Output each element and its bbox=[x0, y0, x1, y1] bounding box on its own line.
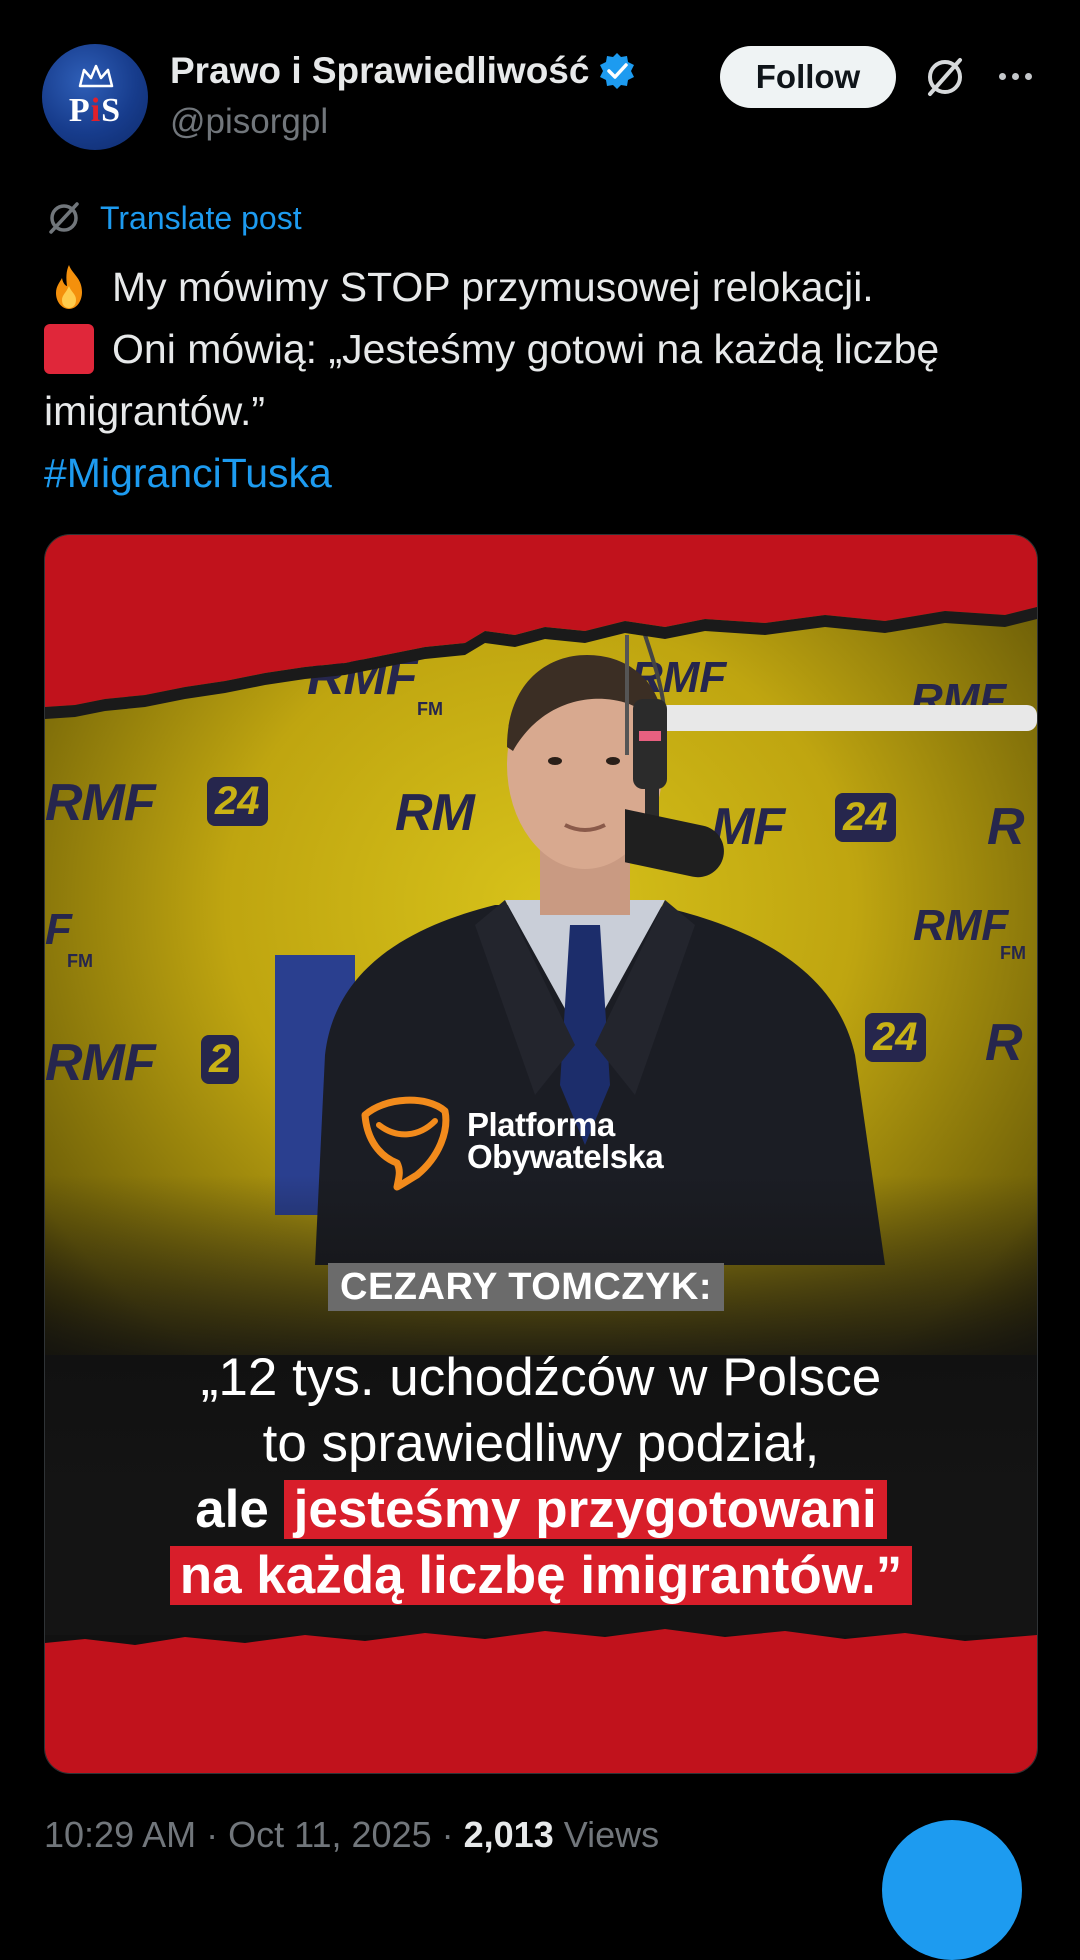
quote-line-3: ale jesteśmy przygotowani bbox=[45, 1477, 1037, 1543]
meta-separator: · bbox=[441, 1814, 454, 1855]
quote-line-4: na każdą liczbę imigrantów.” bbox=[45, 1543, 1037, 1609]
tweet-line-3: imigrantów.” bbox=[44, 380, 1044, 442]
rmf-wall-logo: F bbox=[45, 905, 72, 954]
red-square-emoji-icon bbox=[44, 324, 94, 374]
quote-line-1: „12 tys. uchodźców w Polsce bbox=[200, 1348, 882, 1407]
views-label: Views bbox=[563, 1814, 660, 1855]
quote-block: „12 tys. uchodźców w Polsce to sprawiedl… bbox=[45, 1345, 1037, 1609]
tweet-line-2-text: Oni mówią: „Jesteśmy gotowi na każdą lic… bbox=[112, 326, 940, 372]
rmf-wall-logo: RMF bbox=[913, 901, 1009, 950]
compose-fab-button[interactable] bbox=[882, 1820, 1022, 1960]
torn-paper-bottom bbox=[45, 1629, 1037, 1773]
views-count: 2,013 bbox=[463, 1814, 554, 1855]
tweet-line-1-text: My mówimy STOP przymusowej relokacji. bbox=[112, 264, 874, 310]
grok-icon[interactable] bbox=[920, 52, 970, 102]
tweet-line-3-text: imigrantów.” bbox=[44, 388, 266, 434]
tweet-date[interactable]: Oct 11, 2025 bbox=[228, 1814, 431, 1855]
tweet-line-2: Oni mówią: „Jesteśmy gotowi na każdą lic… bbox=[44, 318, 1044, 380]
tweet-time[interactable]: 10:29 AM bbox=[44, 1814, 196, 1855]
more-dot bbox=[1011, 72, 1019, 80]
rmf-wall-logo: RMF bbox=[45, 1034, 156, 1092]
follow-button[interactable]: Follow bbox=[720, 46, 896, 108]
po-swirl-icon bbox=[361, 1096, 450, 1191]
torn-paper-top bbox=[45, 535, 1037, 719]
meta-separator: · bbox=[206, 1814, 219, 1855]
account-avatar[interactable]: PiS bbox=[42, 44, 148, 150]
tweet-media-image[interactable]: RMF FM RMF RMF... RMF 24 RM MF 24 R RMF … bbox=[44, 534, 1038, 1774]
tweet-meta: 10:29 AM · Oct 11, 2025 · 2,013 Views bbox=[44, 1814, 659, 1856]
quote-line-3-plain: ale bbox=[195, 1480, 269, 1539]
tweet-line-1: My mówimy STOP przymusowej relokacji. bbox=[44, 256, 1044, 318]
avatar-logo: PiS bbox=[68, 92, 122, 129]
rmf-wall-logo-fm: FM bbox=[1000, 943, 1026, 963]
quote-line-4-highlight: na każdą liczbę imigrantów.” bbox=[169, 1546, 913, 1605]
more-dot bbox=[1024, 72, 1032, 80]
more-dot bbox=[998, 72, 1006, 80]
account-handle[interactable]: @pisorgpl bbox=[170, 102, 328, 142]
quote-line-3-highlight: jesteśmy przygotowani bbox=[283, 1480, 887, 1539]
display-name-text: Prawo i Sprawiedliwość bbox=[170, 50, 590, 91]
rmf-wall-logo: RMF bbox=[45, 774, 156, 832]
po-name-line2: Obywatelska bbox=[467, 1138, 664, 1175]
tweet-line-4: #MigranciTuska bbox=[44, 442, 1044, 504]
crown-icon bbox=[78, 64, 114, 88]
po-name-line1: Platforma bbox=[467, 1106, 615, 1143]
tweet-body: My mówimy STOP przymusowej relokacji. On… bbox=[44, 256, 1044, 504]
rmf24-badge: 24 bbox=[207, 777, 268, 826]
display-name[interactable]: Prawo i Sprawiedliwość bbox=[170, 50, 637, 92]
hashtag-link[interactable]: #MigranciTuska bbox=[44, 442, 332, 504]
verified-badge-icon bbox=[600, 53, 635, 89]
speaker-name-label: CEZARY TOMCZYK: bbox=[328, 1263, 725, 1311]
rmf-wall-logo-fm: FM bbox=[67, 951, 93, 971]
rmf24-badge: 2 bbox=[201, 1035, 240, 1084]
platforma-obywatelska-logo: Platforma Obywatelska bbox=[357, 1091, 664, 1191]
translate-post-label: Translate post bbox=[100, 199, 302, 236]
more-options-icon[interactable] bbox=[990, 56, 1040, 96]
rmf-wall-logo: R bbox=[985, 1014, 1023, 1072]
po-name: Platforma Obywatelska bbox=[467, 1106, 664, 1175]
quote-line-2: to sprawiedliwy podział, bbox=[262, 1414, 820, 1473]
grok-translate-icon bbox=[49, 202, 79, 234]
translate-post-link[interactable]: Translate post bbox=[44, 198, 302, 238]
fire-emoji-icon bbox=[56, 265, 82, 309]
